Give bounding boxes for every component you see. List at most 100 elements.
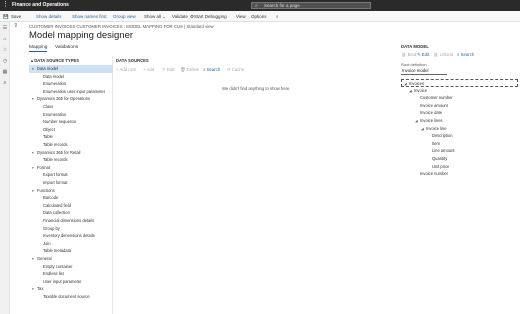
delete-button[interactable]: 🗑 Delete <box>180 67 199 73</box>
search-placeholder: Search for a page <box>264 3 300 8</box>
page-search-input[interactable]: ⌕ Search for a page <box>251 2 371 9</box>
tree-item[interactable]: Table metadata <box>29 247 113 255</box>
model-node-label: Description <box>432 133 453 139</box>
tree-group[interactable]: ▾ Dynamics 365 for Retail <box>29 149 113 157</box>
model-tree-node[interactable]: Quantity <box>401 155 518 163</box>
tree-group[interactable]: ▾ General <box>29 255 113 263</box>
tree-item-label: Empty container <box>43 263 73 269</box>
tree-item[interactable]: Taxable document source <box>29 293 113 301</box>
data-sources-panel: DATA SOURCES + Add root + Add ✎ Edit 🗑 D… <box>116 56 396 314</box>
model-tree-node[interactable]: Invoice number <box>401 170 518 178</box>
app-launcher-icon[interactable]: ⋮ <box>2 1 9 9</box>
model-search-button[interactable]: ⌕ Search <box>457 52 474 57</box>
tree-group[interactable]: ▾ Functions <box>29 187 113 195</box>
tree-item-label: Taxable document source <box>43 294 90 299</box>
show-all-dropdown[interactable]: Show all ⌄ <box>144 14 166 20</box>
bind-button[interactable]: ⛓ Bind <box>401 52 416 58</box>
show-all-label: Show all <box>144 13 162 19</box>
model-node-label: Unit price <box>432 163 450 169</box>
tree-item[interactable]: Table records <box>29 141 113 149</box>
filter-icon[interactable]: ⊽ <box>14 23 18 29</box>
tree-item[interactable]: Export format <box>29 171 113 179</box>
tree-item[interactable]: Enumeration <box>29 111 113 119</box>
tab-validations[interactable]: Validations <box>55 45 78 50</box>
model-tree-node[interactable]: ◢ Invoices <box>401 79 518 87</box>
tree-item[interactable]: Table <box>29 133 113 141</box>
save-button[interactable]: Save <box>11 14 21 19</box>
tree-item[interactable]: Class <box>29 103 113 111</box>
model-tree-node[interactable]: Description <box>401 132 518 140</box>
tree-item[interactable]: User input parameter <box>29 278 113 286</box>
tree-item[interactable]: Number sequence <box>29 118 113 126</box>
model-tree-node[interactable]: ◢ Invoice line <box>401 125 518 133</box>
list-icon[interactable]: ≡ <box>2 80 8 86</box>
tree-item-label: Barcode <box>43 195 59 201</box>
tree-item[interactable]: Inventory dimensions details <box>29 232 113 240</box>
tree-item[interactable]: Group by <box>29 225 113 233</box>
options-menu[interactable]: Options <box>251 14 267 19</box>
tree-item[interactable]: Data collection <box>29 209 113 217</box>
search-icon[interactable]: ⌕ <box>276 14 279 19</box>
tree-item[interactable]: Import format <box>29 179 113 187</box>
data-source-types-panel: ▴ DATA SOURCE TYPES ▾ Data model Data mode… <box>29 56 113 314</box>
app-title: Finance and Operations <box>12 2 69 8</box>
tree-item[interactable]: Endless list <box>29 270 113 278</box>
workspaces-icon[interactable]: ▦ <box>2 69 8 75</box>
tree-item-label: Enumeration <box>43 81 67 87</box>
model-tree-node[interactable]: ◢ Invoice lines <box>401 117 518 125</box>
tree-item[interactable]: Table records <box>29 156 113 164</box>
edit-button[interactable]: ✎ Edit <box>162 67 174 73</box>
tree-item[interactable]: Financial dimensions details <box>29 217 113 225</box>
hamburger-icon[interactable]: ☰ <box>2 25 8 31</box>
home-icon[interactable]: ⌂ <box>2 36 8 42</box>
tree-item[interactable]: Data model <box>29 73 113 81</box>
root-definition-input[interactable]: Invoice model <box>401 68 447 75</box>
group-view-button[interactable]: Group view <box>113 14 136 19</box>
model-tree-node[interactable]: Invoice date <box>401 109 518 117</box>
tree-item[interactable]: Enumeration user input parameter <box>29 88 113 96</box>
save-icon[interactable]: 💾 <box>3 14 9 20</box>
unbind-button[interactable]: ⛓ Unbind <box>433 52 453 58</box>
model-edit-button[interactable]: ✎ Edit <box>417 52 429 58</box>
add-root-button[interactable]: + Add root <box>116 67 136 72</box>
model-tree-node[interactable]: Invoice amount <box>401 102 518 110</box>
show-details-button[interactable]: Show details <box>36 14 62 19</box>
cache-button[interactable]: ⟳ Cache <box>227 67 244 73</box>
add-button[interactable]: + Add <box>143 67 154 72</box>
data-source-types-header: ▴ DATA SOURCE TYPES <box>31 58 79 63</box>
tree-item-label: Data model <box>37 66 58 71</box>
tree-item[interactable]: Barcode <box>29 194 113 202</box>
tree-item-label: Financial dimensions details <box>43 218 95 223</box>
tree-item-label: Object <box>43 126 55 132</box>
model-node-label: Invoices <box>409 81 425 86</box>
model-tree-node[interactable]: ◢ Invoice <box>401 87 518 95</box>
model-node-label: Customer number <box>420 95 453 101</box>
tree-item[interactable]: Empty container <box>29 263 113 271</box>
show-names-first-button[interactable]: Show names first <box>72 14 107 19</box>
tree-item[interactable]: Enumeration <box>29 80 113 88</box>
start-debugging-button[interactable]: ⚙Start Debugging <box>190 14 227 20</box>
tree-item[interactable]: Join <box>29 240 113 248</box>
tree-group[interactable]: ▾ Dynamics 365 for Operations <box>29 95 113 103</box>
model-tree-node[interactable]: Item <box>401 140 518 148</box>
model-tree-node[interactable]: Line amount <box>401 147 518 155</box>
tree-item-label: Tax <box>37 286 44 292</box>
tree-item-label: Calculated field <box>43 202 71 208</box>
model-tree-node[interactable]: Customer number <box>401 94 518 102</box>
search-button[interactable]: ⌕ Search <box>203 67 220 72</box>
tree-item-label: Table metadata <box>43 248 71 254</box>
star-icon[interactable]: ☆ <box>2 47 8 53</box>
recent-icon[interactable]: ◷ <box>2 58 8 64</box>
tree-item[interactable]: Calculated field <box>29 202 113 210</box>
tree-item-label: Enumeration user input parameter <box>43 88 106 94</box>
validate-button[interactable]: Validate <box>172 14 188 19</box>
tree-group[interactable]: ▾ Data model <box>29 65 113 73</box>
tab-mapping[interactable]: Mapping <box>29 45 48 52</box>
tree-item-label: Import format <box>43 180 68 185</box>
model-tree-node[interactable]: Unit price <box>401 163 518 171</box>
tree-item-label: Enumeration <box>43 111 67 117</box>
tree-group[interactable]: ▾ Format <box>29 164 113 172</box>
tree-group[interactable]: ▾ Tax <box>29 285 113 293</box>
tree-item[interactable]: Object <box>29 126 113 134</box>
view-menu[interactable]: View <box>236 14 246 19</box>
